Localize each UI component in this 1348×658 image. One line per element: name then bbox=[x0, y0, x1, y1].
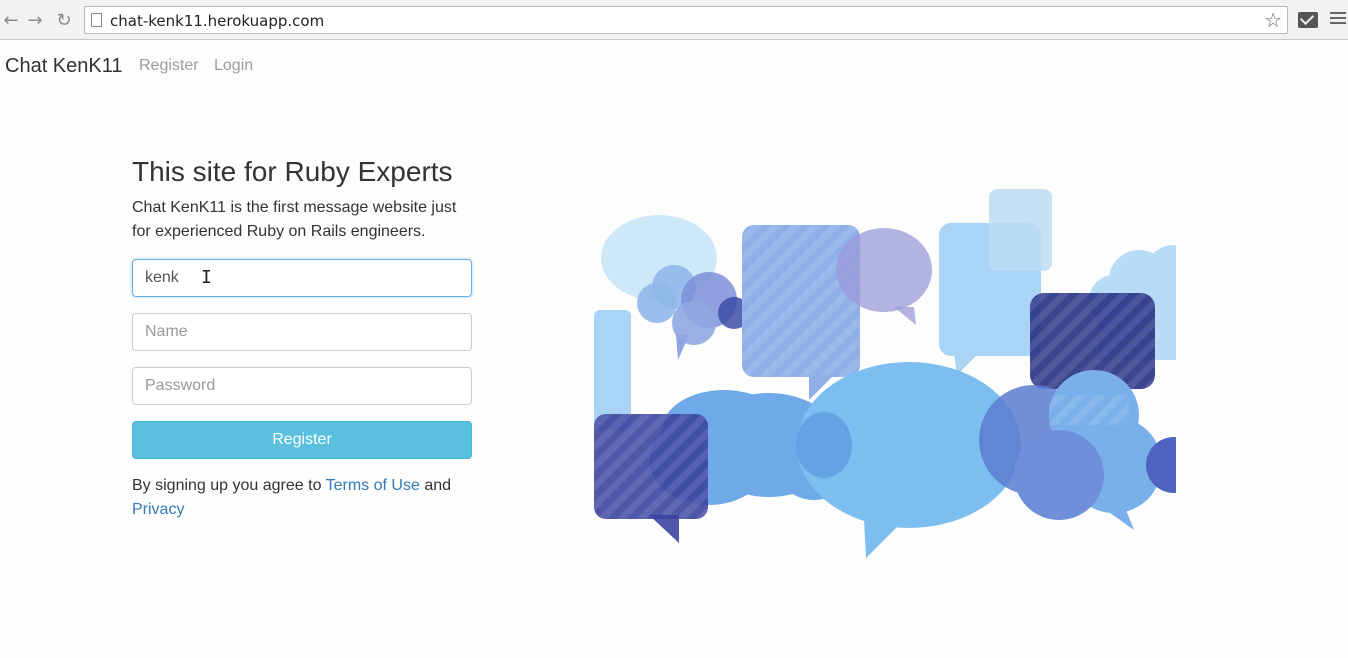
page-description: Chat KenK11 is the first message website… bbox=[132, 199, 457, 240]
mail-extension-icon[interactable] bbox=[1298, 12, 1318, 28]
cloud-bubble-left bbox=[637, 265, 750, 360]
chat-bubbles-illustration bbox=[594, 189, 1176, 558]
bubble-edge-left bbox=[594, 310, 631, 430]
nav-register-link[interactable]: Register bbox=[139, 57, 199, 75]
terms-prefix: By signing up you agree to bbox=[132, 477, 322, 494]
page-title: This site for Ruby Experts bbox=[132, 156, 453, 187]
nav-login-link[interactable]: Login bbox=[214, 57, 253, 75]
site-navbar: Chat KenK11 Register Login bbox=[0, 40, 1348, 92]
text-cursor-icon: I bbox=[201, 267, 212, 288]
browser-toolbar: ← → ↻ chat-kenk11.herokuapp.com ☆ bbox=[0, 0, 1348, 40]
terms-and: and bbox=[424, 477, 452, 494]
bubble-small-top bbox=[989, 189, 1052, 271]
address-bar[interactable]: chat-kenk11.herokuapp.com ☆ bbox=[84, 6, 1288, 34]
reload-icon[interactable]: ↻ bbox=[53, 8, 75, 32]
name-input[interactable] bbox=[132, 313, 472, 351]
privacy-link[interactable]: Privacy bbox=[132, 501, 184, 518]
cloud-bubble-lower-right bbox=[979, 370, 1176, 530]
bookmark-star-icon[interactable]: ☆ bbox=[1264, 8, 1282, 32]
back-arrow-icon[interactable]: ← bbox=[0, 8, 22, 32]
username-input[interactable] bbox=[132, 259, 472, 297]
password-input[interactable] bbox=[132, 367, 472, 405]
bubble-dark-left bbox=[594, 414, 708, 543]
url-text[interactable]: chat-kenk11.herokuapp.com bbox=[110, 12, 324, 30]
browser-menu-icon[interactable] bbox=[1330, 12, 1346, 26]
register-button[interactable]: Register bbox=[132, 421, 472, 459]
terms-of-use-link[interactable]: Terms of Use bbox=[326, 477, 420, 494]
forward-arrow-icon[interactable]: → bbox=[24, 8, 46, 32]
terms-text: By signing up you agree to Terms of Use … bbox=[132, 474, 477, 522]
site-brand[interactable]: Chat KenK11 bbox=[5, 55, 123, 78]
page-icon bbox=[91, 13, 102, 27]
